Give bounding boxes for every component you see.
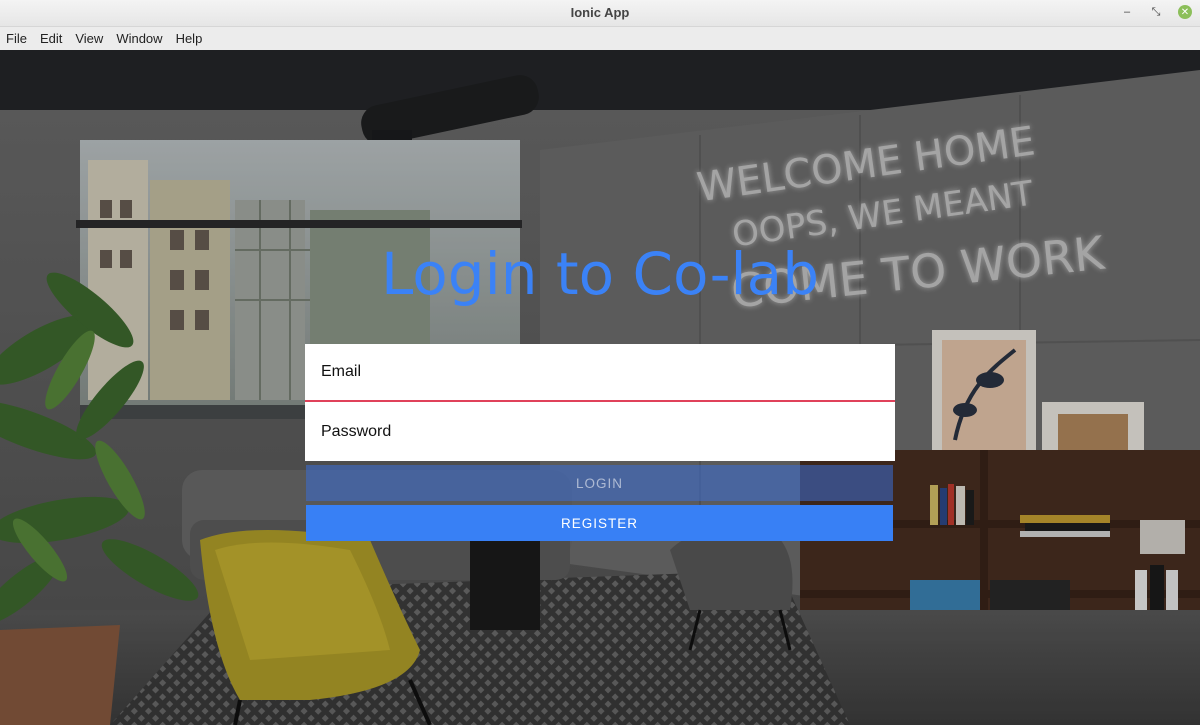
window-title: Ionic App <box>570 5 630 20</box>
menu-file[interactable]: File <box>6 31 33 46</box>
menu-window[interactable]: Window <box>116 31 168 46</box>
menu-view[interactable]: View <box>75 31 109 46</box>
register-button[interactable]: REGISTER <box>306 505 893 541</box>
menu-edit[interactable]: Edit <box>40 31 68 46</box>
restore-icon[interactable]: ⤡ <box>1149 5 1163 19</box>
login-button[interactable]: LOGIN <box>306 465 893 501</box>
app-content: WELCOME HOME OOPS, WE MEANT COME TO WORK <box>0 50 1200 725</box>
menu-help[interactable]: Help <box>176 31 209 46</box>
menu-bar: File Edit View Window Help <box>0 27 1200 50</box>
email-field[interactable] <box>305 344 895 402</box>
page-title: Login to Co-lab <box>380 240 820 308</box>
minimize-icon[interactable]: – <box>1120 5 1134 19</box>
email-input[interactable] <box>321 344 881 400</box>
window-controls: – ⤡ ✕ <box>1120 5 1192 19</box>
app-window: Ionic App – ⤡ ✕ File Edit View Window He… <box>0 0 1200 725</box>
close-icon[interactable]: ✕ <box>1178 5 1192 19</box>
password-input[interactable] <box>321 402 881 461</box>
login-form: LOGIN REGISTER <box>305 344 895 541</box>
password-field[interactable] <box>305 402 895 461</box>
title-bar[interactable]: Ionic App – ⤡ ✕ <box>0 0 1200 27</box>
